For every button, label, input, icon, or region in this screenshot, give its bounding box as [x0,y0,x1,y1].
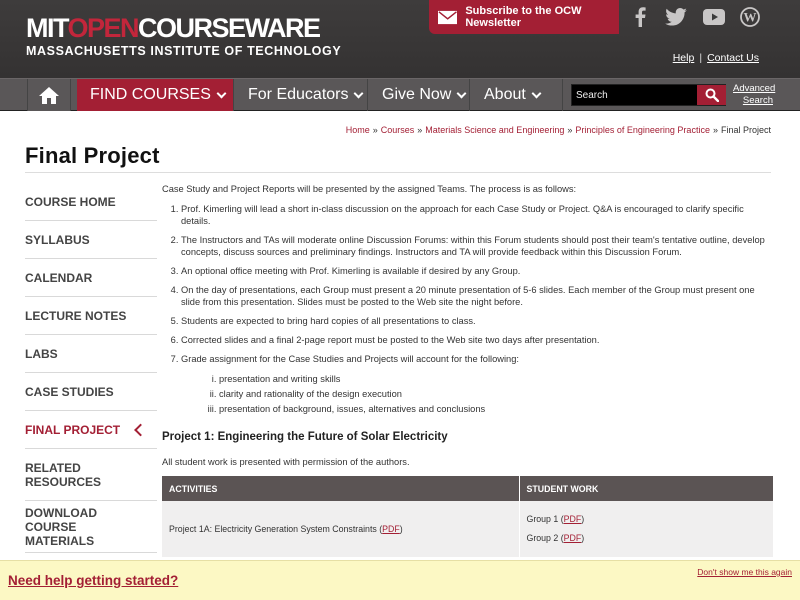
sidebar-item-calendar[interactable]: Calendar [25,259,157,297]
group-label: Group 2 ( [526,532,564,543]
list-item: presentation and writing skills [219,373,774,385]
project-heading: Project 1: Engineering the Future of Sol… [162,431,448,443]
nav-about[interactable]: About [471,79,563,111]
intro-text: Case Study and Project Reports will be p… [162,184,577,194]
page-title: Final Project [25,143,160,168]
sidebar-item-download-course-materials[interactable]: Download Course Materials [25,501,157,553]
sidebar-item-related-resources[interactable]: Related Resources [25,449,157,501]
advanced-search-link[interactable]: Advanced Search [733,83,775,107]
search-input[interactable] [572,85,697,105]
table-row: Project 1A: Electricity Generation Syste… [162,501,774,558]
activity-label: Project 1A: Electricity Generation Syste… [169,523,383,534]
chevron-down-icon [456,88,467,98]
list-item: Prof. Kimerling will lead a short in-cla… [181,203,774,227]
contact-us-link[interactable]: Contact Us [707,52,759,64]
sidebar-item-case-studies[interactable]: Case Studies [25,373,157,411]
breadcrumb-home[interactable]: Home [346,125,370,135]
site-header: MITOPENCOURSEWARE MASSACHUSETTS INSTITUT… [0,0,800,78]
pdf-link[interactable]: PDF [564,533,582,543]
breadcrumb-course[interactable]: Principles of Engineering Practice [575,125,710,135]
group-entry: Group 1 (PDF) [527,510,774,529]
table-header-row: ACTIVITIES STUDENT WORK [162,476,774,501]
list-item: Corrected slides and a final 2-page repo… [181,334,774,346]
grading-criteria-list: presentation and writing skills clarity … [219,373,774,415]
nav-about-label: About [484,86,526,103]
group-entry: Group 2 (PDF) [527,529,774,548]
course-sidebar: Course Home Syllabus Calendar Lecture No… [25,183,157,553]
paren-close: ) [581,532,585,543]
permission-note: All student work is presented with permi… [162,457,410,467]
sidebar-item-label: Related Resources [25,460,102,489]
breadcrumb-separator: » [417,125,423,135]
paren-close: ) [399,523,403,534]
breadcrumb-department[interactable]: Materials Science and Engineering [425,125,564,135]
pdf-link[interactable]: PDF [382,524,400,534]
list-item: On the day of presentations, each Group … [181,284,774,308]
list-item: Students are expected to bring hard copi… [181,315,774,327]
help-link[interactable]: Help [673,52,695,64]
chevron-down-icon [354,88,364,98]
list-item: presentation of background, issues, alte… [219,403,774,415]
nav-for-educators[interactable]: For Educators [235,79,368,111]
envelope-icon [438,10,458,24]
search-box [571,84,726,106]
newsletter-label: Subscribe to the OCW Newsletter [465,5,582,29]
breadcrumb-separator: » [372,125,378,135]
sidebar-item-labs[interactable]: Labs [25,335,157,373]
group-label: Group 1 ( [526,513,564,524]
logo-subtitle: MASSACHUSETTS INSTITUTE OF TECHNOLOGY [26,44,342,58]
sidebar-item-course-home[interactable]: Course Home [25,183,157,221]
breadcrumb-separator: » [712,125,718,135]
facebook-icon[interactable] [622,0,658,34]
process-steps-list: Prof. Kimerling will lead a short in-cla… [181,203,774,415]
twitter-icon[interactable] [658,0,694,34]
sidebar-item-lecture-notes[interactable]: Lecture Notes [25,297,157,335]
svg-text:W: W [744,10,757,25]
nav-for-educators-label: For Educators [248,86,349,103]
nav-give-now-label: Give Now [382,86,452,103]
breadcrumb-current: Final Project [720,125,771,135]
sidebar-item-label: Download Course Materials [25,505,97,548]
utility-separator: | [699,52,703,64]
wordpress-icon[interactable]: W [732,0,768,34]
newsletter-subscribe-button[interactable]: Subscribe to the OCW Newsletter [429,0,619,34]
logo-wordmark: MITOPENCOURSEWARE [26,13,321,43]
sidebar-item-label: Final Project [25,422,121,437]
list-item: Grade assignment for the Case Studies an… [181,353,774,415]
sidebar-item-syllabus[interactable]: Syllabus [25,221,157,259]
home-icon[interactable] [27,79,71,111]
breadcrumb-courses[interactable]: Courses [381,125,415,135]
list-item: clarity and rationality of the design ex… [219,388,774,400]
breadcrumb: Home» Courses» Materials Science and Engin… [346,125,771,135]
list-item: The Instructors and TAs will moderate on… [181,234,774,258]
help-getting-started-link[interactable]: Need help getting started? [8,573,178,588]
sidebar-item-final-project[interactable]: Final Project [25,411,157,449]
chevron-down-icon [216,88,227,98]
ocw-logo[interactable]: MITOPENCOURSEWARE MASSACHUSETTS INSTITUT… [26,14,341,58]
breadcrumb-separator: » [567,125,573,135]
nav-give-now[interactable]: Give Now [369,79,470,111]
activity-cell: Project 1A: Electricity Generation Syste… [162,501,520,558]
grading-intro: Grade assignment for the Case Studies an… [181,354,519,364]
title-divider [25,172,771,173]
search-button[interactable] [697,85,726,105]
chevron-down-icon [531,88,542,98]
main-nav: FIND COURSES For Educators Give Now Abou… [0,78,800,111]
student-work-table: ACTIVITIES STUDENT WORK Project 1A: Elec… [162,476,774,558]
utility-links: Help | Contact Us [673,52,759,64]
nav-find-courses[interactable]: FIND COURSES [77,79,234,111]
column-header-student-work: STUDENT WORK [519,476,774,501]
nav-find-courses-label: FIND COURSES [90,86,211,103]
chevron-left-icon [134,423,147,436]
dismiss-help-link[interactable]: Don't show me this again [697,567,792,577]
paren-close: ) [581,513,585,524]
help-banner: Need help getting started? Don't show me… [0,560,800,600]
youtube-icon[interactable] [696,0,732,34]
pdf-link[interactable]: PDF [564,514,582,524]
main-content: Case Study and Project Reports will be p… [162,183,774,558]
list-item: An optional office meeting with Prof. Ki… [181,265,774,277]
column-header-activities: ACTIVITIES [162,476,520,501]
search-icon [705,88,719,102]
student-work-cell: Group 1 (PDF) Group 2 (PDF) [519,501,774,558]
